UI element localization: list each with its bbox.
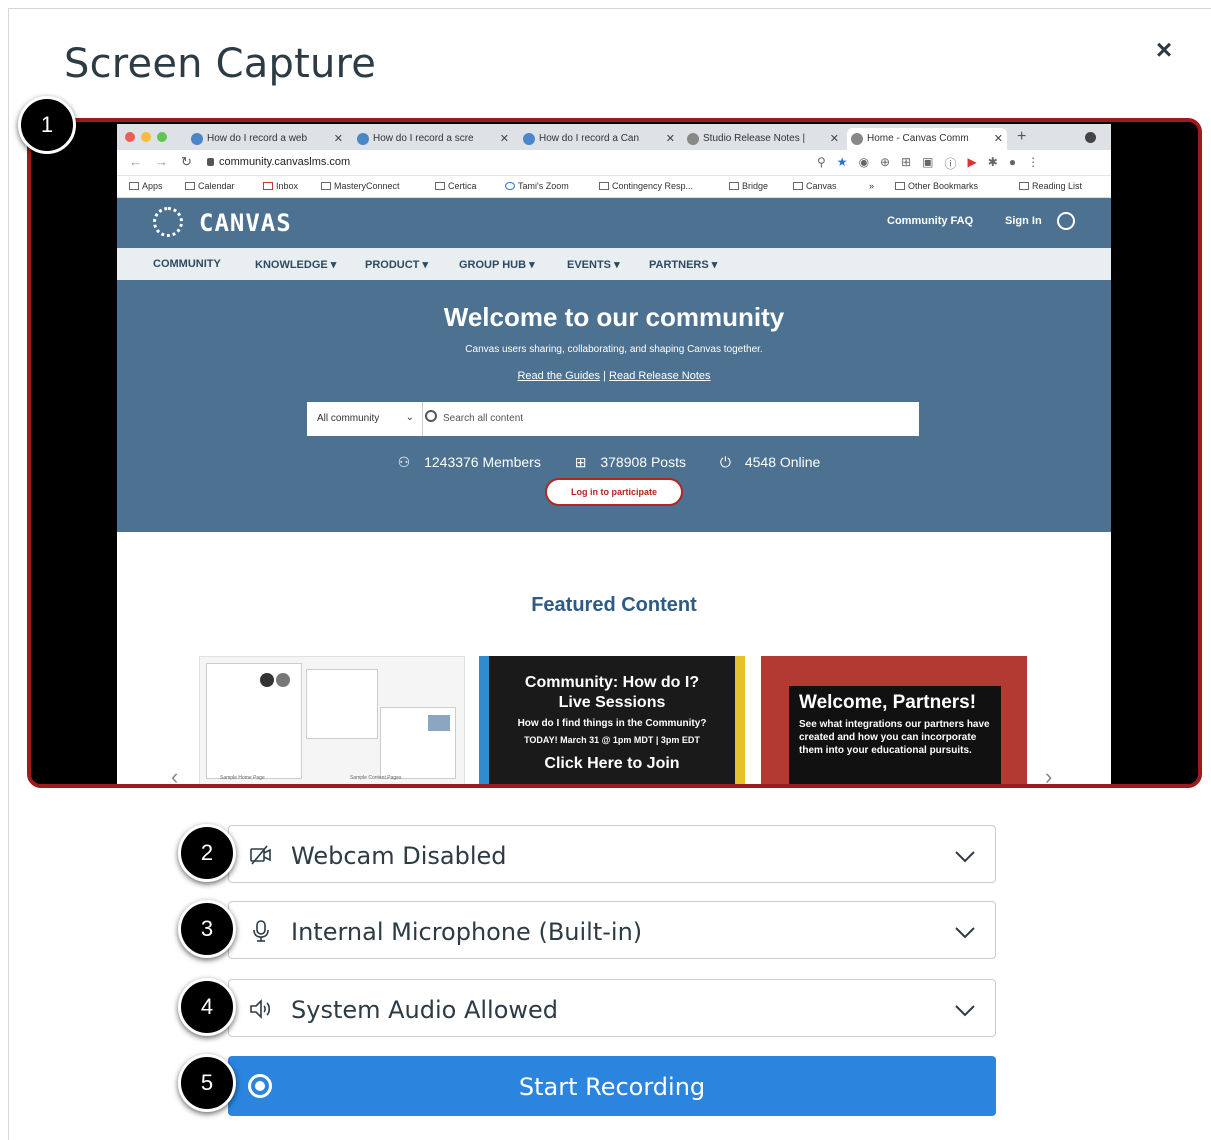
browser-tab: Studio Release Notes | ✕ <box>683 128 843 150</box>
browser-tab-active: Home - Canvas Comm ✕ <box>847 128 1007 150</box>
system-audio-select[interactable]: System Audio Allowed <box>228 979 996 1037</box>
bookmark: Tami's Zoom <box>505 181 569 191</box>
minimize-window-icon <box>141 132 151 142</box>
featured-card-partners: Welcome, Partners! See what integrations… <box>761 656 1027 784</box>
community-search: All community ⌄ Search all content <box>307 402 919 436</box>
step-badge-2: 2 <box>178 824 236 882</box>
hero-banner: Welcome to our community Canvas users sh… <box>117 280 1111 532</box>
bookmark: MasteryConnect <box>321 181 400 191</box>
bookmark: Reading List <box>1019 181 1082 191</box>
browser-tab: How do I record a scre ✕ <box>353 128 513 150</box>
url-text: community.canvaslms.com <box>219 156 351 168</box>
members-count: ⚇ 1243376 Members <box>397 454 541 470</box>
hero-links: Read the Guides | Read Release Notes <box>517 370 711 382</box>
nav-item: COMMUNITY <box>153 258 221 270</box>
featured-heading: Featured Content <box>531 594 697 616</box>
back-icon: ← <box>129 154 142 169</box>
bookmark: Calendar <box>185 181 235 191</box>
speaker-icon <box>250 999 271 1019</box>
user-icon <box>1057 212 1075 230</box>
chevron-down-icon <box>955 851 975 863</box>
browser-tab-bar: How do I record a web ✕ How do I record a… <box>117 124 1111 150</box>
profile-icon <box>1085 132 1096 143</box>
bookmark: Bridge <box>729 181 768 191</box>
nav-item: KNOWLEDGE ▾ <box>255 259 337 271</box>
bookmark: Apps <box>129 181 163 191</box>
microphone-select-label: Internal Microphone (Built-in) <box>291 918 643 946</box>
step-badge-3: 3 <box>178 900 236 958</box>
bookmarks-bar: Apps Calendar Inbox MasteryConnect Certi… <box>117 176 1111 198</box>
search-scope: All community ⌄ <box>307 402 423 436</box>
webcam-off-icon <box>250 845 271 865</box>
bookmark: Certica <box>435 181 477 191</box>
step-badge-5: 5 <box>178 1054 236 1112</box>
carousel-prev-icon: ‹ <box>171 764 179 784</box>
bookmark: Other Bookmarks <box>895 181 978 191</box>
microphone-icon <box>253 920 269 942</box>
page-title: Screen Capture <box>64 41 377 87</box>
captured-browser-window: How do I record a web ✕ How do I record a… <box>117 124 1111 784</box>
screen-preview: How do I record a web ✕ How do I record a… <box>27 118 1202 788</box>
search-placeholder: Search all content <box>443 413 524 424</box>
hero-title: Welcome to our community <box>443 302 785 332</box>
sign-in-link: Sign In <box>1005 215 1042 227</box>
forward-icon: → <box>155 154 168 169</box>
lock-icon <box>207 158 214 166</box>
bookmark: Contingency Resp... <box>599 181 693 191</box>
release-notes-link: Read Release Notes <box>609 370 711 382</box>
close-icon[interactable]: × <box>1149 35 1179 65</box>
featured-card-sample-pages: Sample Home Page Sample Content Pages <box>199 656 465 784</box>
new-tab-icon: + <box>1017 128 1027 145</box>
login-button: Log in to participate <box>545 478 683 506</box>
nav-item: GROUP HUB ▾ <box>459 259 535 271</box>
maximize-window-icon <box>157 132 167 142</box>
read-guides-link: Read the Guides <box>517 370 601 382</box>
hero-subtitle: Canvas users sharing, collaborating, and… <box>465 344 763 355</box>
search-icon <box>425 410 437 422</box>
canvas-logo-icon <box>153 207 183 237</box>
start-recording-label: Start Recording <box>518 1073 706 1101</box>
bookmark: Canvas <box>793 181 837 191</box>
chevron-down-icon <box>955 1005 975 1017</box>
microphone-select[interactable]: Internal Microphone (Built-in) <box>228 901 996 959</box>
webcam-select[interactable]: Webcam Disabled <box>228 825 996 883</box>
nav-item: PARTNERS ▾ <box>649 259 718 271</box>
canvas-logo-text: CANVAS <box>199 209 292 237</box>
step-badge-4: 4 <box>178 978 236 1036</box>
browser-tab: How do I record a Can ✕ <box>519 128 679 150</box>
nav-item: EVENTS ▾ <box>567 259 620 271</box>
window-controls <box>125 132 167 142</box>
reload-icon: ↻ <box>181 154 192 169</box>
nav-item: PRODUCT ▾ <box>365 259 428 271</box>
step-badge-1: 1 <box>18 96 76 154</box>
bookmark: Inbox <box>263 181 298 191</box>
featured-card-live-sessions: Community: How do I? Live Sessions How d… <box>479 656 745 784</box>
online-count: ⏻ 4548 Online <box>719 454 821 470</box>
community-stats: ⚇ 1243376 Members ⊞ 378908 Posts ⏻ 4548 … <box>117 454 1111 471</box>
extension-icons: ⚲ ★ ◉ ⊕ ⊞ ▣ ⓘ ▶ ✱ ● ⋮ <box>817 155 1040 171</box>
canvas-community-header: CANVAS Community FAQ Sign In <box>117 198 1111 248</box>
posts-count: ⊞ 378908 Posts <box>574 454 686 470</box>
bookmark: » <box>869 181 875 191</box>
start-recording-button[interactable]: Start Recording <box>228 1056 996 1116</box>
carousel-next-icon: › <box>1045 764 1053 784</box>
browser-address-bar: ← → ↻ community.canvaslms.com ⚲ ★ ◉ ⊕ ⊞ ▣ ⓘ ▶ ✱ ●… <box>117 150 1111 176</box>
community-nav: COMMUNITY KNOWLEDGE ▾ PRODUCT ▾ GROUP HU… <box>117 248 1111 280</box>
chevron-down-icon <box>955 927 975 939</box>
webcam-select-label: Webcam Disabled <box>291 842 507 870</box>
community-faq-link: Community FAQ <box>887 215 974 227</box>
system-audio-select-label: System Audio Allowed <box>291 996 559 1024</box>
close-window-icon <box>125 132 135 142</box>
browser-tab: How do I record a web ✕ <box>187 128 347 150</box>
